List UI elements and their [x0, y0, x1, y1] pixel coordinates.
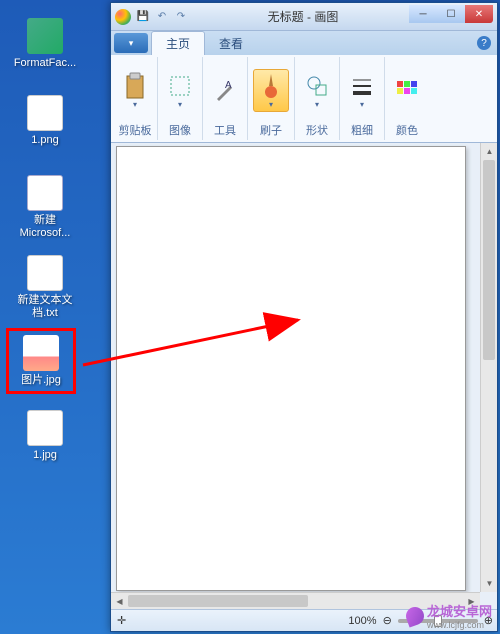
image-file-icon: [27, 95, 63, 131]
cursor-position-icon: ✛: [117, 614, 126, 627]
window-title: 无标题 - 画图: [197, 8, 409, 25]
ribbon-group-size: ▾ 粗细: [340, 57, 385, 140]
scrollbar-thumb[interactable]: [128, 595, 308, 607]
redo-icon[interactable]: ↷: [173, 9, 189, 25]
select-button[interactable]: ▾: [163, 70, 197, 111]
ribbon: ▾ 剪贴板 ▾ 图像 A: [111, 55, 497, 143]
group-label: 工具: [214, 122, 236, 138]
ribbon-tab-bar: 主页 查看 ?: [111, 31, 497, 55]
chevron-down-icon: ▾: [178, 100, 182, 109]
ribbon-group-image: ▾ 图像: [158, 57, 203, 140]
undo-icon[interactable]: ↶: [154, 9, 170, 25]
group-label: 剪贴板: [119, 122, 152, 138]
paint-window: 💾 ↶ ↷ 无标题 - 画图 ─ ☐ ✕ 主页 查看 ? ▾: [110, 2, 498, 632]
clipboard-icon: [121, 72, 149, 100]
help-icon[interactable]: ?: [477, 36, 491, 50]
group-label: 粗细: [351, 122, 373, 138]
size-button[interactable]: ▾: [345, 70, 379, 111]
icon-label: 新建 Microsof...: [10, 214, 80, 240]
select-icon: [166, 72, 194, 100]
image-file-icon: [23, 335, 59, 371]
line-weight-icon: [348, 72, 376, 100]
desktop-icon-1jpg[interactable]: 1.jpg: [10, 410, 80, 462]
ribbon-group-tools: A 工具: [203, 57, 248, 140]
window-controls: ─ ☐ ✕: [409, 10, 493, 23]
colors-button[interactable]: [390, 75, 424, 107]
scrollbar-thumb[interactable]: [483, 160, 495, 360]
paint-app-icon: [115, 9, 131, 25]
file-menu-button[interactable]: [114, 33, 148, 53]
watermark-url: www.lcjfg.com: [427, 620, 492, 630]
ribbon-group-clipboard: ▾ 剪贴板: [113, 57, 158, 140]
color-palette-icon: [393, 77, 421, 105]
svg-text:A: A: [225, 80, 232, 91]
canvas-viewport: ▲ ▼ ◀ ▶: [111, 143, 497, 609]
icon-label: FormatFac...: [10, 57, 80, 70]
tab-view[interactable]: 查看: [205, 32, 257, 55]
pencil-icon: A: [211, 77, 239, 105]
paste-button[interactable]: ▾: [118, 70, 152, 111]
document-file-icon: [27, 175, 63, 211]
chevron-down-icon: ▾: [360, 100, 364, 109]
icon-label: 1.png: [10, 134, 80, 147]
brush-icon: [257, 72, 285, 100]
watermark: 龙城安卓网 www.lcjfg.com: [406, 601, 492, 630]
close-button[interactable]: ✕: [465, 5, 493, 23]
app-icon: [27, 18, 63, 54]
ribbon-group-brushes: ▾ 刷子: [248, 57, 295, 140]
desktop-icon-newdoc[interactable]: 新建 Microsof...: [10, 175, 80, 240]
text-file-icon: [27, 255, 63, 291]
chevron-down-icon: ▾: [133, 100, 137, 109]
scroll-down-arrow[interactable]: ▼: [481, 575, 497, 592]
desktop-icon-1png[interactable]: 1.png: [10, 95, 80, 147]
tab-home[interactable]: 主页: [151, 31, 205, 55]
desktop-icon-newtxt[interactable]: 新建文本文 档.txt: [10, 255, 80, 320]
ribbon-group-shapes: ▾ 形状: [295, 57, 340, 140]
watermark-text: 龙城安卓网: [427, 604, 492, 619]
tools-button[interactable]: A: [208, 75, 242, 107]
ribbon-group-colors: 颜色: [385, 57, 429, 140]
shapes-button[interactable]: ▾: [300, 70, 334, 111]
icon-label: 图片.jpg: [13, 374, 69, 387]
brushes-button[interactable]: ▾: [253, 69, 289, 112]
minimize-button[interactable]: ─: [409, 5, 437, 23]
vertical-scrollbar[interactable]: ▲ ▼: [480, 143, 497, 592]
group-label: 刷子: [260, 122, 282, 138]
desktop-icon-imagejpg[interactable]: 图片.jpg: [6, 328, 76, 394]
watermark-logo-icon: [403, 604, 426, 627]
maximize-button[interactable]: ☐: [437, 5, 465, 23]
icon-label: 1.jpg: [10, 449, 80, 462]
group-label: 图像: [169, 122, 191, 138]
zoom-out-button[interactable]: ⊖: [383, 614, 392, 627]
image-file-icon: [27, 410, 63, 446]
zoom-level: 100%: [348, 615, 376, 627]
group-label: 颜色: [396, 122, 418, 138]
scroll-up-arrow[interactable]: ▲: [481, 143, 497, 160]
group-label: 形状: [306, 122, 328, 138]
icon-label: 新建文本文 档.txt: [10, 294, 80, 320]
shapes-icon: [303, 72, 331, 100]
canvas[interactable]: [116, 146, 466, 591]
chevron-down-icon: ▾: [269, 100, 273, 109]
save-icon[interactable]: 💾: [135, 9, 151, 25]
scroll-left-arrow[interactable]: ◀: [111, 593, 128, 609]
quick-access-toolbar: 💾 ↶ ↷: [135, 9, 189, 25]
titlebar[interactable]: 💾 ↶ ↷ 无标题 - 画图 ─ ☐ ✕: [111, 3, 497, 31]
chevron-down-icon: ▾: [315, 100, 319, 109]
desktop-icon-formatfactory[interactable]: FormatFac...: [10, 18, 80, 70]
